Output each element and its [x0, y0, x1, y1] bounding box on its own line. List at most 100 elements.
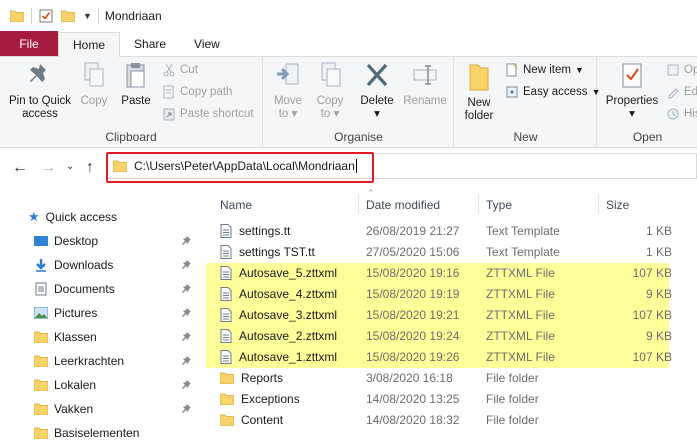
- history-button[interactable]: His: [666, 105, 697, 123]
- move-to-button[interactable]: Move to ▾: [270, 61, 306, 121]
- folder-icon[interactable]: [10, 10, 24, 22]
- column-header-size[interactable]: Size: [606, 194, 629, 216]
- file-name: Autosave_4.zttxml: [239, 287, 338, 301]
- file-row[interactable]: Autosave_2.zttxml 15/08/2020 19:24 ZTTXML …: [206, 326, 672, 347]
- tab-file[interactable]: File: [0, 31, 58, 56]
- pin-to-quick-access-button[interactable]: Pin to Quick access: [6, 61, 74, 121]
- pin-icon[interactable]: [181, 403, 193, 415]
- file-name: Content: [241, 413, 284, 427]
- file-size: 9 KB: [645, 329, 672, 343]
- properties-button[interactable]: Properties ▾: [602, 61, 662, 121]
- open-group: Properties ▾ Op Ed His Open: [598, 57, 697, 148]
- file-name: Autosave_1.zttxml: [239, 350, 338, 364]
- nav-item-lokalen[interactable]: Lokalen: [0, 373, 205, 397]
- organise-group: Move to ▾ Copy to ▾ Delete ▾ Rename Orga…: [264, 57, 454, 148]
- new-folder-icon: [469, 64, 489, 91]
- nav-item-downloads[interactable]: Downloads: [0, 253, 205, 277]
- properties-dropdown-arrow[interactable]: ▾: [602, 108, 662, 121]
- properties-check-icon[interactable]: [39, 9, 53, 23]
- file-name: Autosave_2.zttxml: [239, 329, 338, 343]
- tab-share[interactable]: Share: [120, 31, 180, 56]
- pin-icon[interactable]: [181, 235, 193, 247]
- file-size: 1 KB: [645, 245, 672, 259]
- nav-item-pictures[interactable]: Pictures: [0, 301, 205, 325]
- tab-home[interactable]: Home: [58, 32, 121, 57]
- file-row[interactable]: Autosave_3.zttxml 15/08/2020 19:21 ZTTXML …: [206, 305, 672, 326]
- pin-icon[interactable]: [181, 379, 193, 391]
- tab-view[interactable]: View: [180, 31, 234, 56]
- document-icon: [220, 287, 232, 301]
- easy-access-button[interactable]: Easy access ▼: [505, 83, 600, 101]
- pin-icon[interactable]: [181, 307, 193, 319]
- paste-button[interactable]: Paste: [116, 61, 156, 108]
- pin-label-2: access: [22, 108, 58, 120]
- cut-button[interactable]: Cut: [162, 61, 198, 79]
- delete-dropdown-arrow[interactable]: ▾: [356, 108, 398, 121]
- nav-item-klassen[interactable]: Klassen: [0, 325, 205, 349]
- column-divider[interactable]: [478, 194, 479, 214]
- nav-item-vakken[interactable]: Vakken: [0, 397, 205, 421]
- folder-icon: [220, 393, 234, 405]
- nav-item-leerkrachten[interactable]: Leerkrachten: [0, 349, 205, 373]
- copy-to-label-2: to ▾: [320, 108, 340, 120]
- file-type: File folder: [486, 413, 539, 427]
- pin-icon[interactable]: [181, 259, 193, 271]
- nav-quick-access[interactable]: ★ Quick access: [0, 205, 205, 229]
- copy-to-button[interactable]: Copy to ▾: [312, 61, 348, 121]
- edit-button[interactable]: Ed: [666, 83, 697, 101]
- file-list: ⌃ Name Date modified Type Size settings.…: [206, 188, 697, 447]
- copy-path-button[interactable]: Copy path: [162, 83, 232, 101]
- column-header-type[interactable]: Type: [486, 194, 512, 216]
- navigation-pane: ★ Quick access Desktop Downloads Documen…: [0, 188, 205, 447]
- rename-button[interactable]: Rename: [402, 61, 448, 108]
- file-row[interactable]: settings.tt 26/08/2019 21:27 Text Template…: [210, 221, 697, 242]
- file-date: 27/05/2020 15:06: [366, 245, 460, 259]
- recent-locations-chevron-icon[interactable]: ⌄: [66, 161, 74, 172]
- open-button[interactable]: Op: [666, 61, 697, 79]
- cut-label: Cut: [180, 64, 198, 76]
- paste-label: Paste: [121, 95, 151, 107]
- file-row[interactable]: Autosave_4.zttxml 15/08/2020 19:19 ZTTXML …: [206, 284, 672, 305]
- file-row[interactable]: Autosave_5.zttxml 15/08/2020 19:16 ZTTXML …: [206, 263, 672, 284]
- up-arrow-icon[interactable]: ↑: [86, 159, 94, 177]
- address-callout-box: [106, 152, 374, 183]
- window-title: Mondriaan: [104, 8, 162, 23]
- file-row[interactable]: Exceptions 14/08/2020 13:25 File folder: [210, 389, 697, 410]
- column-divider[interactable]: [598, 194, 599, 214]
- nav-item-documents[interactable]: Documents: [0, 277, 205, 301]
- file-name: Reports: [241, 371, 284, 385]
- delete-button[interactable]: Delete ▾: [356, 61, 398, 121]
- copy-path-icon: [163, 85, 174, 99]
- copy-button[interactable]: Copy: [76, 61, 112, 108]
- file-date: 15/08/2020 19:24: [366, 329, 460, 343]
- file-row[interactable]: Content 14/08/2020 18:32 File folder: [210, 410, 697, 431]
- quick-access-toolbar-dropdown[interactable]: ▼: [83, 11, 92, 21]
- paste-icon: [126, 63, 145, 88]
- file-row[interactable]: settings TST.tt 27/05/2020 15:06 Text Temp…: [210, 242, 697, 263]
- file-name-cell: Reports: [220, 371, 283, 385]
- pin-icon[interactable]: [181, 355, 193, 367]
- file-name-cell: Autosave_5.zttxml: [220, 266, 337, 280]
- paste-shortcut-button[interactable]: Paste shortcut: [162, 105, 254, 123]
- column-header-date[interactable]: Date modified: [366, 194, 440, 216]
- nav-item-label: Klassen: [54, 330, 97, 344]
- file-date: 14/08/2020 18:32: [366, 413, 460, 427]
- column-header-name[interactable]: Name: [220, 194, 252, 216]
- easy-access-icon: [506, 86, 518, 98]
- file-row[interactable]: Reports 3/08/2020 16:18 File folder: [210, 368, 697, 389]
- file-name: settings TST.tt: [239, 245, 315, 259]
- new-folder-button[interactable]: New folder: [459, 61, 499, 123]
- folder-icon: [34, 355, 48, 367]
- nav-item-desktop[interactable]: Desktop: [0, 229, 205, 253]
- clipboard-group-label: Clipboard: [105, 130, 157, 144]
- pin-icon[interactable]: [181, 331, 193, 343]
- column-divider[interactable]: [358, 194, 359, 214]
- new-item-button[interactable]: New item ▼: [505, 61, 584, 79]
- pin-icon[interactable]: [181, 283, 193, 295]
- file-name-cell: Autosave_3.zttxml: [220, 308, 337, 322]
- new-folder-icon[interactable]: [61, 10, 75, 22]
- file-row[interactable]: Autosave_1.zttxml 15/08/2020 19:26 ZTTXML …: [206, 347, 672, 368]
- back-arrow-icon[interactable]: ←: [12, 159, 28, 177]
- nav-item-basiselementen[interactable]: Basiselementen: [0, 421, 205, 445]
- forward-arrow-icon[interactable]: →: [40, 159, 56, 177]
